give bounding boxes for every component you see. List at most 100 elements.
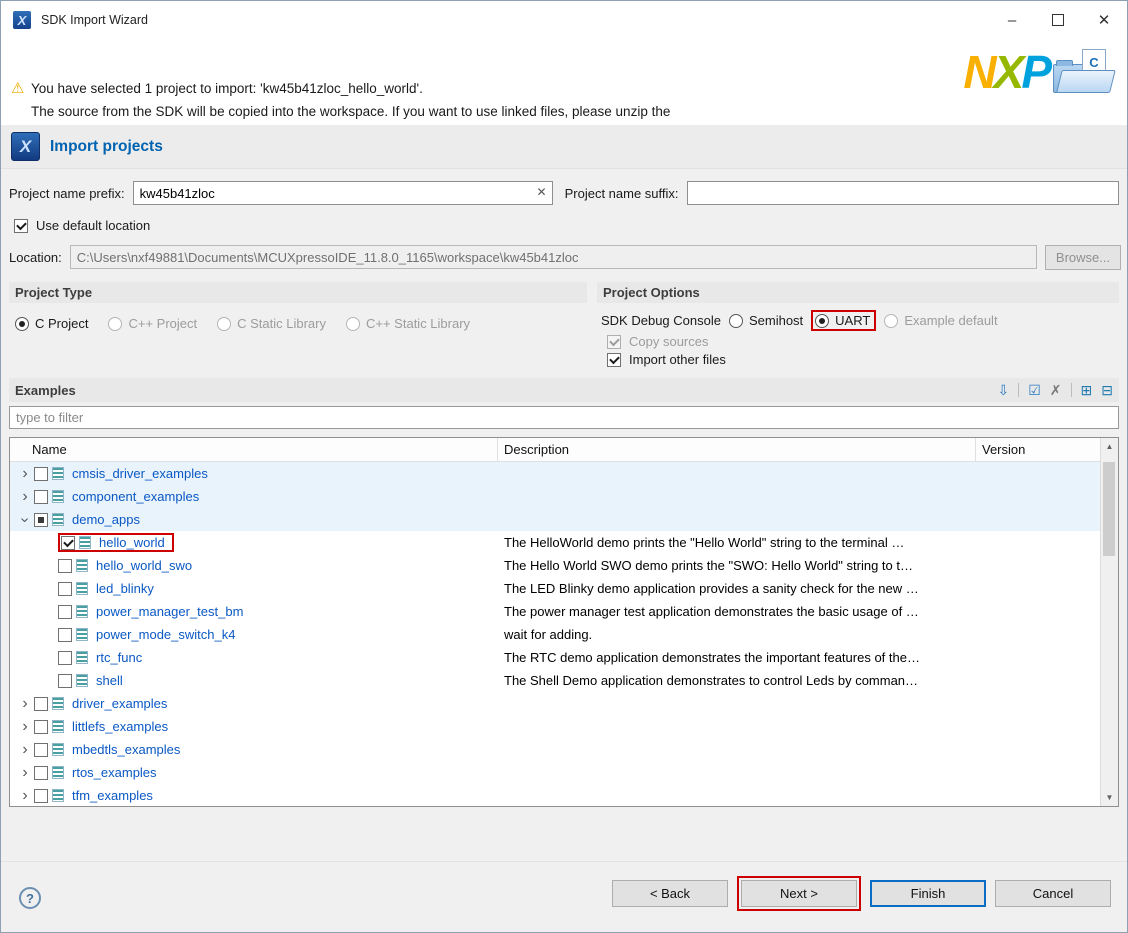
vertical-scrollbar[interactable]: ▲ ▼ (1100, 438, 1118, 806)
radio-cpp-static-library[interactable]: C++ Static Library (346, 316, 470, 331)
next-button[interactable]: Next > (741, 880, 857, 907)
radio-c-project[interactable]: C Project (15, 316, 88, 331)
cancel-button[interactable]: Cancel (995, 880, 1111, 907)
row-name[interactable]: power_manager_test_bm (93, 604, 246, 619)
row-checkbox[interactable] (34, 743, 48, 757)
maximize-button[interactable] (1035, 1, 1081, 39)
row-name[interactable]: shell (93, 673, 126, 688)
radio-c-static-library[interactable]: C Static Library (217, 316, 326, 331)
table-row[interactable]: rtc_func The RTC demo application demons… (10, 646, 1118, 669)
row-name[interactable]: demo_apps (69, 512, 143, 527)
row-checkbox[interactable] (34, 720, 48, 734)
row-checkbox[interactable] (34, 467, 48, 481)
select-all-icon[interactable]: ☑ (1028, 383, 1041, 397)
project-options-header: Project Options (597, 282, 1119, 303)
collapse-all-icon[interactable]: ⊟ (1101, 383, 1113, 397)
minimize-button[interactable]: – (989, 1, 1035, 39)
row-checkbox[interactable] (34, 789, 48, 803)
examples-filter-input[interactable] (9, 406, 1119, 429)
example-icon (52, 720, 64, 733)
scrollbar-thumb[interactable] (1103, 462, 1115, 556)
import-other-files-checkbox[interactable] (607, 353, 621, 367)
radio-uart-icon (815, 314, 829, 328)
table-row[interactable]: hello_world_swo The Hello World SWO demo… (10, 554, 1118, 577)
column-header-description[interactable]: Description (498, 438, 976, 461)
row-checkbox[interactable] (58, 651, 72, 665)
radio-example-default[interactable]: Example default (884, 313, 997, 328)
row-name[interactable]: driver_examples (69, 696, 170, 711)
row-name[interactable]: rtc_func (93, 650, 145, 665)
use-default-location-checkbox[interactable] (14, 219, 28, 233)
message-banner: ⚠ You have selected 1 project to import:… (1, 39, 1127, 125)
expand-chevron-icon[interactable] (16, 718, 34, 736)
help-button[interactable]: ? (19, 887, 41, 909)
row-name[interactable]: rtos_examples (69, 765, 160, 780)
row-name[interactable]: component_examples (69, 489, 202, 504)
table-row[interactable]: mbedtls_examples (10, 738, 1118, 761)
row-checkbox[interactable] (58, 582, 72, 596)
radio-cpp-project[interactable]: C++ Project (108, 316, 197, 331)
table-row[interactable]: littlefs_examples (10, 715, 1118, 738)
radio-cpp-project-icon (108, 317, 122, 331)
row-checkbox[interactable] (34, 766, 48, 780)
table-row[interactable]: power_manager_test_bm The power manager … (10, 600, 1118, 623)
example-icon (76, 559, 88, 572)
table-row[interactable]: component_examples (10, 485, 1118, 508)
scroll-down-icon[interactable]: ▼ (1101, 789, 1118, 806)
table-row[interactable]: tfm_examples (10, 784, 1118, 807)
expand-chevron-icon[interactable] (16, 787, 34, 805)
browse-button[interactable]: Browse... (1045, 245, 1121, 270)
column-header-version[interactable]: Version (976, 438, 1118, 461)
table-row[interactable]: led_blinky The LED Blinky demo applicati… (10, 577, 1118, 600)
scroll-up-icon[interactable]: ▲ (1101, 438, 1118, 455)
row-checkbox[interactable] (34, 697, 48, 711)
radio-semihost[interactable]: Semihost (729, 313, 803, 328)
clear-prefix-icon[interactable]: ✕ (537, 185, 547, 199)
row-name[interactable]: led_blinky (93, 581, 157, 596)
row-name-cell: hello_world_swo (10, 558, 498, 573)
row-name[interactable]: cmsis_driver_examples (69, 466, 211, 481)
finish-button[interactable]: Finish (870, 880, 986, 907)
table-row[interactable]: driver_examples (10, 692, 1118, 715)
row-checkbox[interactable] (58, 628, 72, 642)
row-checkbox[interactable] (34, 490, 48, 504)
table-row[interactable]: demo_apps (10, 508, 1118, 531)
row-name[interactable]: hello_world (96, 535, 168, 550)
row-name-cell: demo_apps (10, 511, 498, 529)
table-row[interactable]: shell The Shell Demo application demonst… (10, 669, 1118, 692)
row-checkbox[interactable] (34, 513, 48, 527)
expand-chevron-icon[interactable] (16, 764, 34, 782)
back-button[interactable]: < Back (612, 880, 728, 907)
table-row[interactable]: power_mode_switch_k4 wait for adding. (10, 623, 1118, 646)
table-row[interactable]: cmsis_driver_examples (10, 462, 1118, 485)
row-name[interactable]: mbedtls_examples (69, 742, 183, 757)
row-name[interactable]: power_mode_switch_k4 (93, 627, 238, 642)
expand-chevron-icon[interactable] (16, 511, 34, 529)
row-checkbox[interactable] (58, 674, 72, 688)
expand-chevron-icon[interactable] (16, 488, 34, 506)
radio-uart[interactable]: UART (815, 313, 870, 328)
expand-chevron-icon[interactable] (16, 695, 34, 713)
row-checkbox[interactable] (58, 559, 72, 573)
copy-sources-checkbox[interactable] (607, 335, 621, 349)
project-name-prefix-input[interactable] (133, 181, 553, 205)
expand-chevron-icon[interactable] (16, 465, 34, 483)
close-button[interactable]: ✕ (1081, 1, 1127, 39)
use-default-location-label: Use default location (36, 218, 150, 233)
import-example-icon[interactable]: ⇩ (998, 383, 1010, 397)
row-name[interactable]: tfm_examples (69, 788, 156, 803)
clear-selection-icon[interactable]: ✗ (1050, 383, 1062, 397)
row-name-cell: component_examples (10, 488, 498, 506)
row-checkbox[interactable] (61, 536, 75, 550)
row-checkbox[interactable] (58, 605, 72, 619)
project-name-suffix-input[interactable] (687, 181, 1119, 205)
table-row[interactable]: hello_world The HelloWorld demo prints t… (10, 531, 1118, 554)
expand-all-icon[interactable]: ⊞ (1081, 383, 1093, 397)
column-header-name[interactable]: Name (10, 438, 498, 461)
row-name[interactable]: hello_world_swo (93, 558, 195, 573)
table-row[interactable]: rtos_examples (10, 761, 1118, 784)
row-name[interactable]: littlefs_examples (69, 719, 171, 734)
banner-message-line2: The source from the SDK will be copied i… (31, 104, 670, 119)
expand-chevron-icon[interactable] (16, 741, 34, 759)
row-name-cell: littlefs_examples (10, 718, 498, 736)
